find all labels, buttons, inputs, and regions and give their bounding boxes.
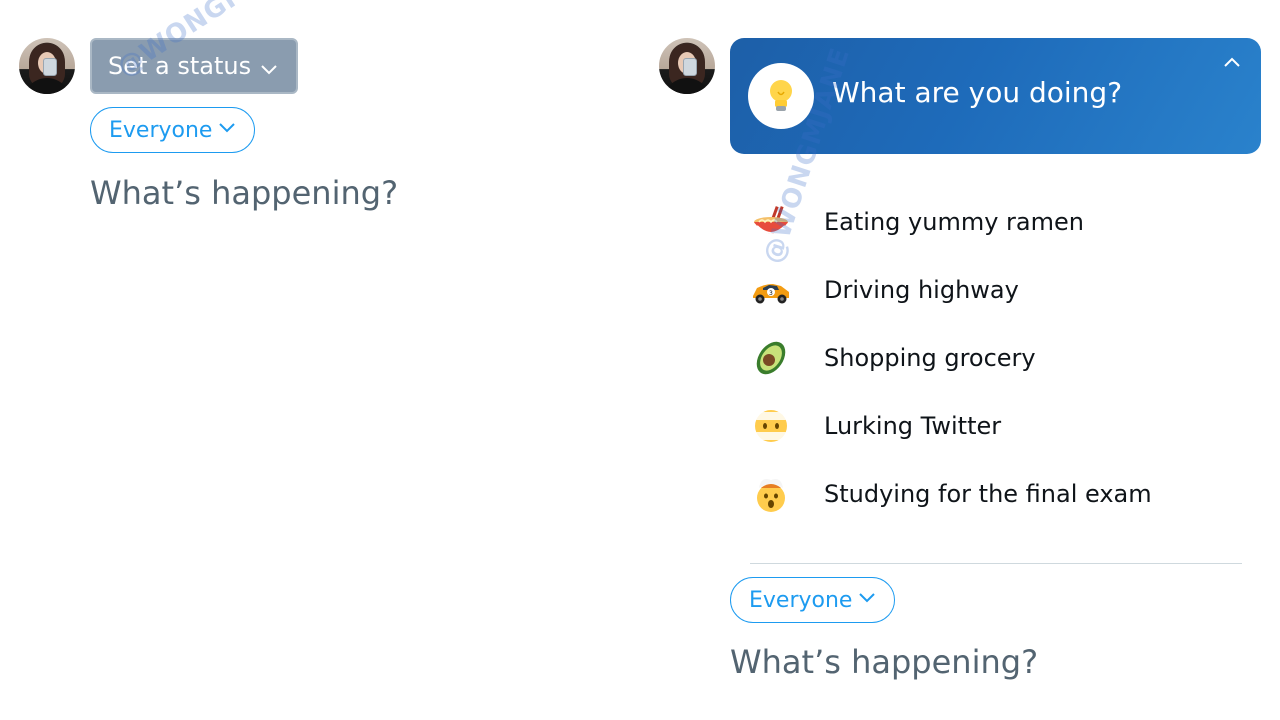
status-option[interactable]: 3 Driving highway <box>750 262 1250 318</box>
race-car-icon: 3 <box>750 269 792 311</box>
avatar-phone <box>43 58 57 76</box>
audience-label: Everyone <box>749 587 853 613</box>
status-option-label: Driving highway <box>824 276 1019 304</box>
status-option-label: Studying for the final exam <box>824 480 1152 508</box>
set-status-label: Set a status <box>108 52 252 80</box>
ramen-icon <box>750 201 792 243</box>
set-status-button[interactable]: Set a status <box>90 38 298 94</box>
avatar-phone <box>683 58 697 76</box>
lightbulb-icon <box>748 63 814 129</box>
fog-face-icon <box>750 405 792 447</box>
audience-button[interactable]: Everyone <box>90 107 256 153</box>
status-option-label: Lurking Twitter <box>824 412 1002 440</box>
status-option[interactable]: Shopping grocery <box>750 330 1250 386</box>
avatar[interactable] <box>659 38 715 94</box>
exploding-head-icon <box>750 473 792 515</box>
status-option[interactable]: Eating yummy ramen <box>750 194 1250 250</box>
status-option-label: Shopping grocery <box>824 344 1036 372</box>
status-option[interactable]: Lurking Twitter <box>750 398 1250 454</box>
divider <box>750 563 1242 564</box>
status-picker-header[interactable]: What are you doing? <box>730 38 1261 154</box>
stage: Set a status Everyone What’s happening? … <box>0 0 1280 720</box>
svg-text:3: 3 <box>769 290 773 297</box>
chevron-down-icon <box>260 56 278 84</box>
avatar[interactable] <box>19 38 75 94</box>
audience-button[interactable]: Everyone <box>730 577 896 623</box>
avocado-icon <box>750 337 792 379</box>
chevron-up-icon[interactable] <box>1223 54 1241 73</box>
status-option-label: Eating yummy ramen <box>824 208 1084 236</box>
status-option[interactable]: Studying for the final exam <box>750 466 1250 522</box>
status-picker-title: What are you doing? <box>832 76 1123 109</box>
chevron-down-icon <box>218 116 236 141</box>
composer-input[interactable]: What’s happening? <box>90 174 398 212</box>
chevron-down-icon <box>858 586 876 611</box>
audience-label: Everyone <box>109 117 213 143</box>
composer-input[interactable]: What’s happening? <box>730 643 1038 681</box>
